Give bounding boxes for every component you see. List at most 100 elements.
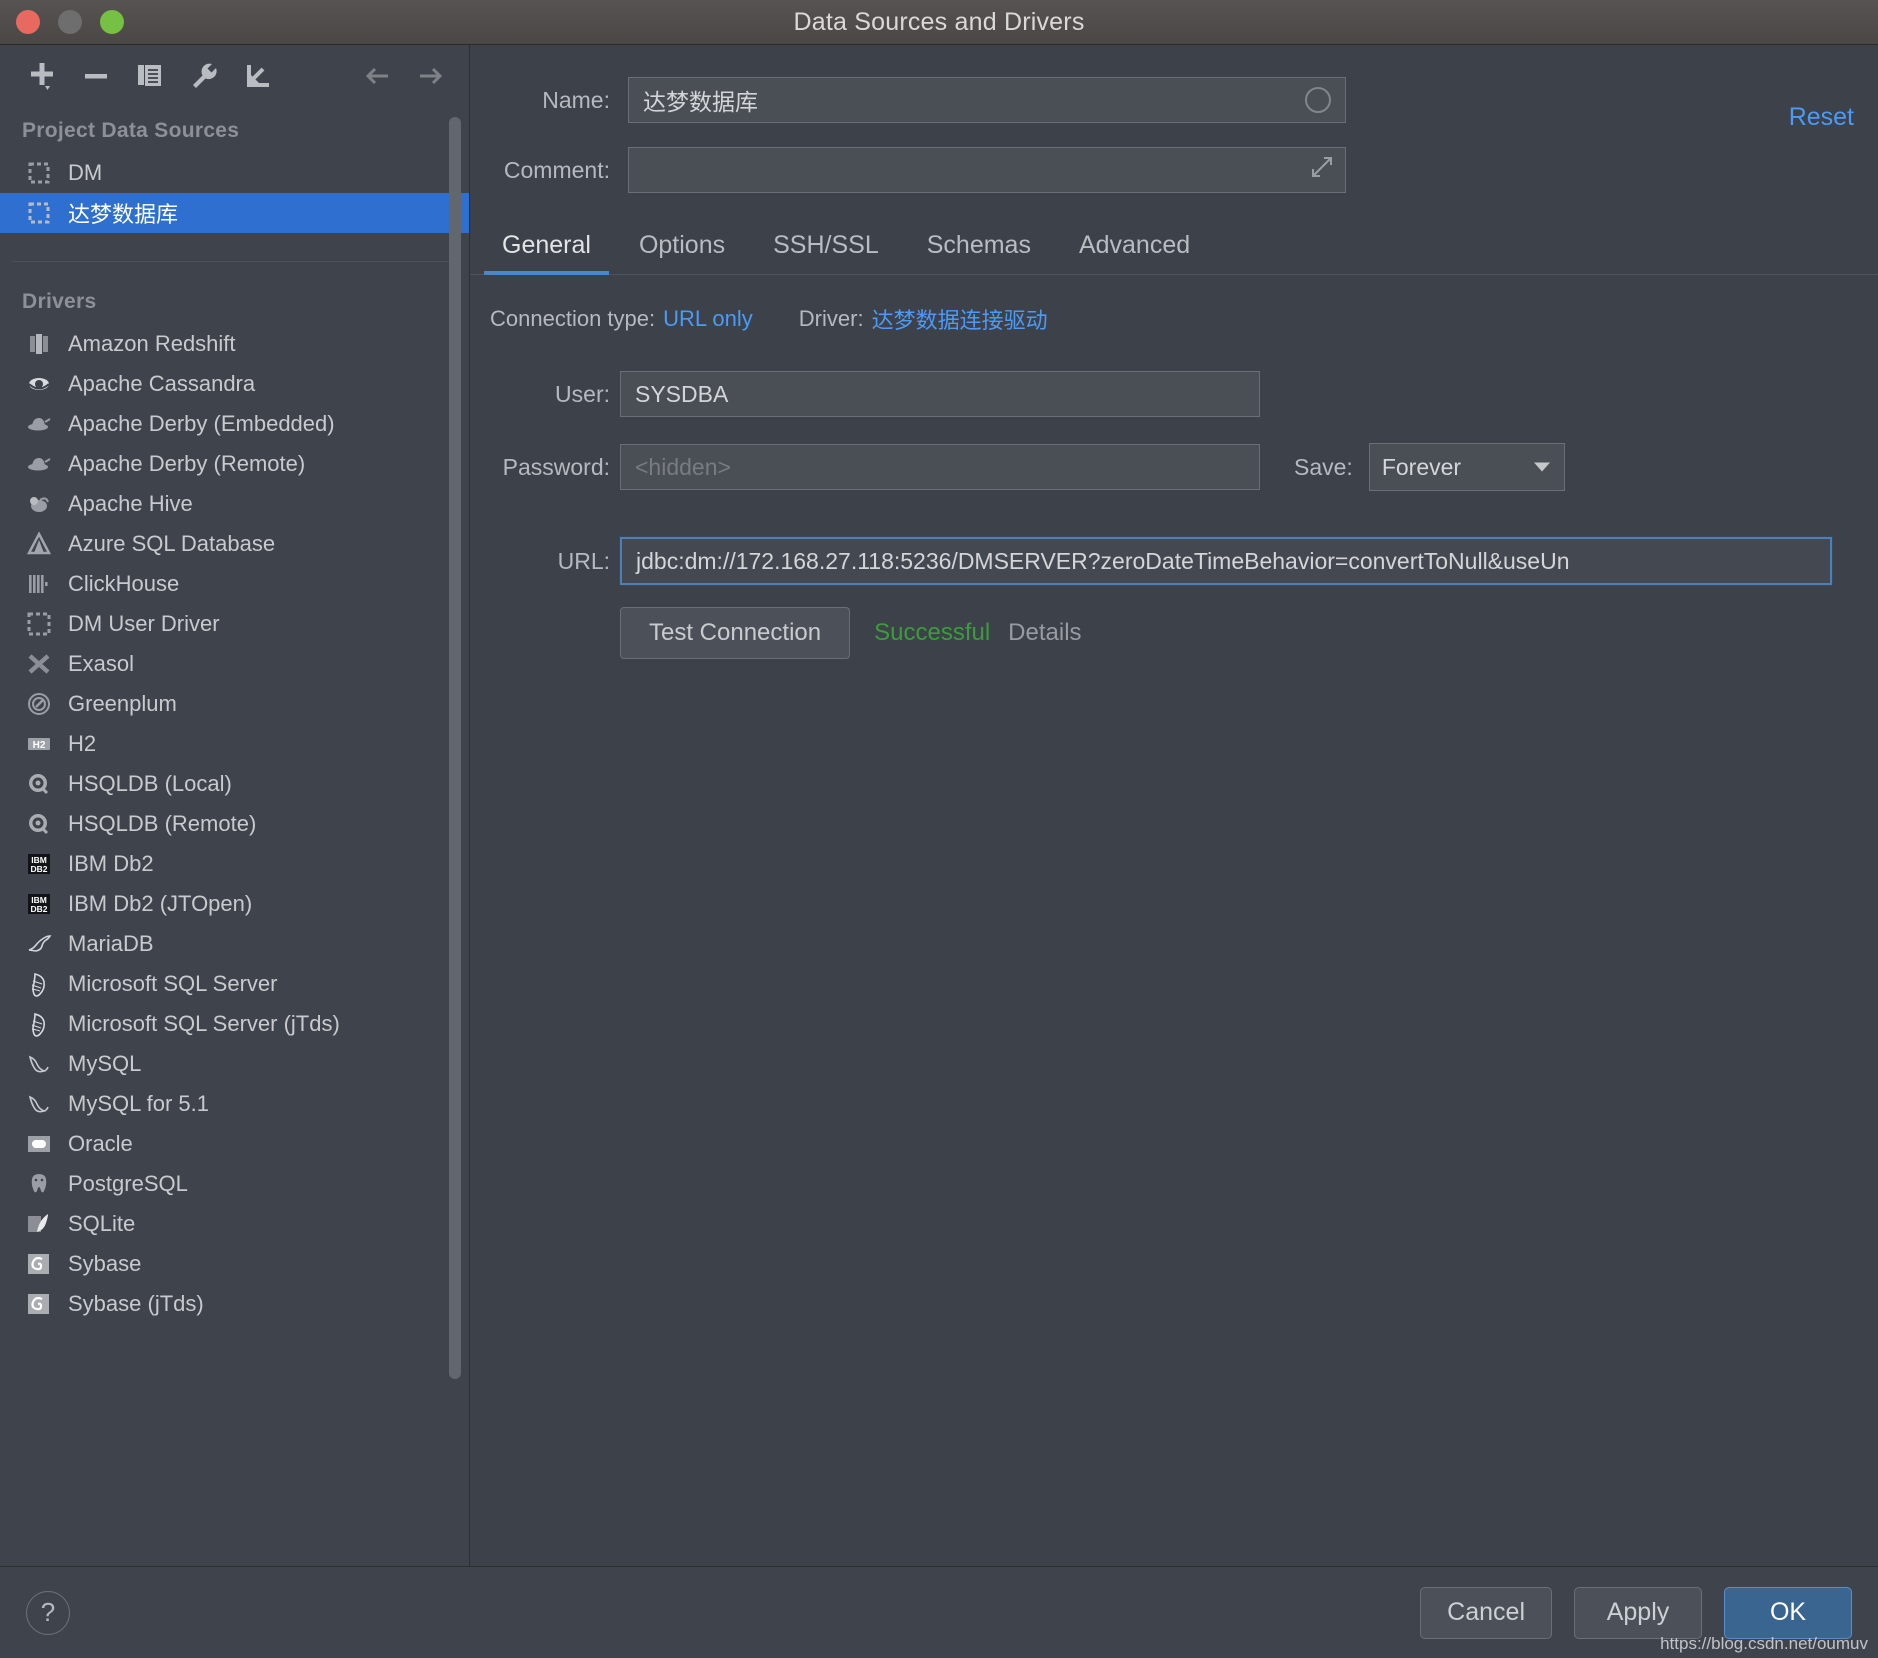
svg-text:DB2: DB2 xyxy=(30,864,47,874)
user-label: User: xyxy=(555,380,610,407)
forward-arrow-icon[interactable] xyxy=(411,56,451,96)
user-row: User: SYSDBA xyxy=(470,371,1878,417)
reset-link[interactable]: Reset xyxy=(1789,103,1854,132)
h2-icon: H2 xyxy=(26,731,52,757)
driver-list-item[interactable]: PostgreSQL xyxy=(0,1164,469,1204)
driver-list-item[interactable]: Exasol xyxy=(0,644,469,684)
connection-type-value[interactable]: URL only xyxy=(663,306,753,332)
driver-list-item[interactable]: Microsoft SQL Server (jTds) xyxy=(0,1004,469,1044)
driver-list-item-label: Apache Cassandra xyxy=(68,371,256,396)
tab-options[interactable]: Options xyxy=(615,223,749,274)
driver-list-item[interactable]: MySQL for 5.1 xyxy=(0,1084,469,1124)
driver-list-item-label: Microsoft SQL Server xyxy=(68,971,278,996)
url-label: URL: xyxy=(557,547,610,574)
cancel-button[interactable]: Cancel xyxy=(1420,1586,1552,1639)
driver-list-item-label: Amazon Redshift xyxy=(68,331,236,356)
azure-icon xyxy=(26,531,52,557)
driver-list-item[interactable]: Apache Derby (Embedded) xyxy=(0,404,469,444)
back-arrow-icon[interactable] xyxy=(357,56,397,96)
user-input[interactable]: SYSDBA xyxy=(620,371,1260,417)
help-button[interactable]: ? xyxy=(26,1590,70,1635)
sidebar-item-dm[interactable]: DM xyxy=(0,153,469,193)
url-input[interactable]: jdbc:dm://172.168.27.118:5236/DMSERVER?z… xyxy=(619,536,1833,586)
tab-advanced[interactable]: Advanced xyxy=(1055,223,1214,274)
driver-list-item[interactable]: Amazon Redshift xyxy=(0,324,469,364)
driver-list-item-label: HSQLDB (Remote) xyxy=(68,811,257,836)
color-swatch-icon[interactable] xyxy=(1305,87,1331,113)
ibm-db2-icon: IBM DB2 xyxy=(26,851,52,877)
save-dropdown[interactable]: Forever xyxy=(1368,443,1565,491)
name-input[interactable]: 达梦数据库 xyxy=(628,77,1346,123)
driver-list-item[interactable]: Greenplum xyxy=(0,684,469,724)
driver-list-item[interactable]: Oracle xyxy=(0,1124,469,1164)
sidebar-scrollbar[interactable] xyxy=(447,117,463,1558)
driver-list-item[interactable]: HSQLDB (Remote) xyxy=(0,804,469,844)
driver-list-item-label: H2 xyxy=(68,731,97,756)
svg-text:DB2: DB2 xyxy=(30,904,47,914)
apply-button[interactable]: Apply xyxy=(1574,1586,1702,1639)
driver-list-item-label: Apache Derby (Remote) xyxy=(68,451,306,476)
driver-list-item[interactable]: H2 H2 xyxy=(0,724,469,764)
driver-list-item[interactable]: Apache Derby (Remote) xyxy=(0,444,469,484)
tab-general[interactable]: General xyxy=(478,223,615,275)
password-row: Password: <hidden> Save: Forever xyxy=(470,443,1878,491)
sidebar-item-label: DM xyxy=(68,160,103,185)
name-label: Name: xyxy=(542,86,610,113)
sidebar-item-dameng[interactable]: 达梦数据库 xyxy=(0,193,469,233)
driver-list-item-label: Oracle xyxy=(68,1131,133,1156)
tab-schemas[interactable]: Schemas xyxy=(903,223,1055,274)
comment-input[interactable] xyxy=(628,147,1346,193)
connection-info: Connection type: URL only Driver: 达梦数据连接… xyxy=(470,303,1878,335)
ok-button[interactable]: OK xyxy=(1724,1586,1852,1639)
add-icon[interactable] xyxy=(22,56,62,96)
driver-list-item[interactable]: SQLite xyxy=(0,1204,469,1244)
driver-label: Driver: xyxy=(798,306,864,331)
copy-icon[interactable] xyxy=(130,56,170,96)
user-input-value: SYSDBA xyxy=(635,380,729,407)
driver-list-item[interactable]: MariaDB xyxy=(0,924,469,964)
driver-list-item-label: Azure SQL Database xyxy=(68,531,276,556)
password-label: Password: xyxy=(502,453,610,480)
url-row: URL: jdbc:dm://172.168.27.118:5236/DMSER… xyxy=(470,536,1878,586)
driver-list-item[interactable]: Microsoft SQL Server xyxy=(0,964,469,1004)
postgresql-elephant-icon xyxy=(26,1171,52,1197)
driver-list-item[interactable]: Azure SQL Database xyxy=(0,524,469,564)
driver-list-item[interactable]: Sybase xyxy=(0,1244,469,1284)
window-title: Data Sources and Drivers xyxy=(793,7,1085,36)
wrench-icon[interactable] xyxy=(184,56,224,96)
footer-buttons: Cancel Apply OK xyxy=(1420,1586,1852,1639)
driver-list: Amazon Redshift Apache Cassandra Apache De… xyxy=(0,324,469,1324)
driver-list-item[interactable]: IBM DB2 IBM Db2 xyxy=(0,844,469,884)
derby-hat-icon xyxy=(26,451,52,477)
mysql-dolphin-icon xyxy=(26,1051,52,1077)
remove-icon[interactable] xyxy=(76,56,116,96)
data-sources-dialog: Data Sources and Drivers Project Data So… xyxy=(0,0,1878,1658)
driver-list-item[interactable]: MySQL xyxy=(0,1044,469,1084)
driver-list-item-label: ClickHouse xyxy=(68,571,180,596)
driver-list-item[interactable]: Apache Cassandra xyxy=(0,364,469,404)
driver-list-item[interactable]: ClickHouse xyxy=(0,564,469,604)
expand-icon[interactable] xyxy=(1309,154,1335,186)
comment-label: Comment: xyxy=(503,156,610,183)
tab-ssh-ssl[interactable]: SSH/SSL xyxy=(749,223,903,274)
test-connection-button[interactable]: Test Connection xyxy=(620,607,851,659)
watermark: https://blog.csdn.net/oumuv xyxy=(1660,1634,1868,1653)
import-icon[interactable] xyxy=(238,56,278,96)
driver-list-item[interactable]: HSQLDB (Local) xyxy=(0,764,469,804)
password-input[interactable]: <hidden> xyxy=(620,444,1260,490)
project-data-sources-title: Project Data Sources xyxy=(22,119,240,142)
ibm-db2-icon: IBM DB2 xyxy=(26,891,52,917)
driver-value[interactable]: 达梦数据连接驱动 xyxy=(872,303,1048,335)
driver-list-item[interactable]: IBM DB2 IBM Db2 (JTOpen) xyxy=(0,884,469,924)
driver-list-item[interactable]: DM User Driver xyxy=(0,604,469,644)
mysql-dolphin-icon xyxy=(26,1091,52,1117)
sidebar-divider xyxy=(12,261,457,262)
driver-list-item-label: MySQL xyxy=(68,1051,142,1076)
comment-row: Comment: xyxy=(470,147,1878,193)
sidebar-scrollbar-thumb[interactable] xyxy=(449,117,461,1379)
connection-details-link[interactable]: Details xyxy=(1008,619,1081,647)
driver-list-item-label: MySQL for 5.1 xyxy=(68,1091,210,1116)
driver-list-item[interactable]: Sybase (jTds) xyxy=(0,1284,469,1324)
driver-list-item[interactable]: Apache Hive xyxy=(0,484,469,524)
exasol-x-icon xyxy=(26,651,52,677)
